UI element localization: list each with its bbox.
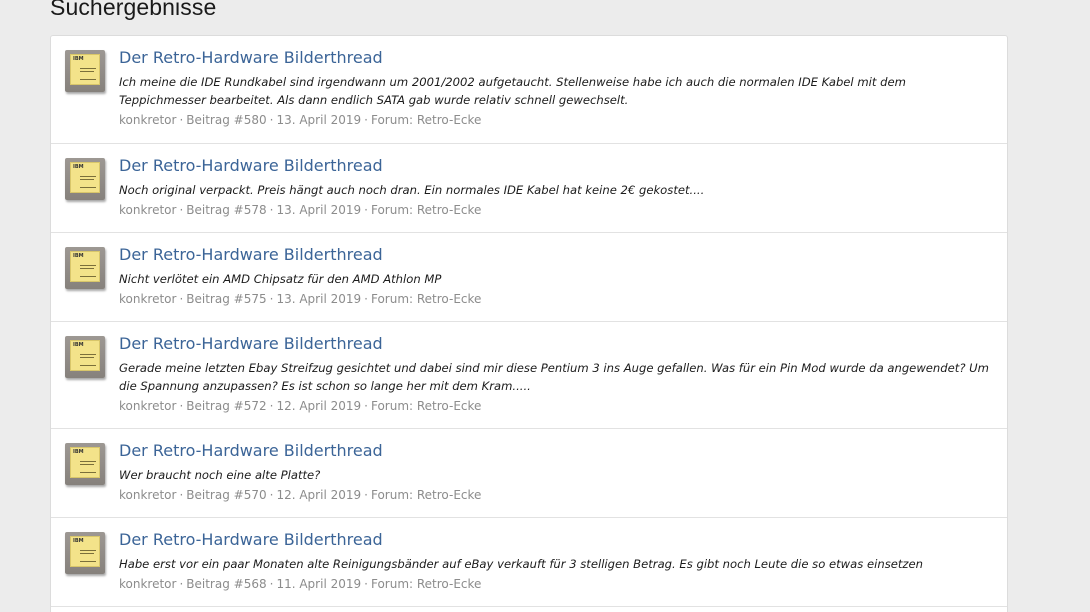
result-meta: konkretor · Beitrag #568 · 11. April 2019 · Fo… — [119, 575, 993, 593]
result-post-number: Beitrag #575 — [186, 292, 267, 306]
result-meta: konkretor · Beitrag #580 · 13. April 2019 · Fo… — [119, 111, 993, 129]
result-snippet: Ich meine die IDE Rundkabel sind irgendw… — [119, 75, 906, 107]
result-meta: konkretor · Beitrag #572 · 12. April 2019 · Fo… — [119, 397, 993, 415]
result-post-number: Beitrag #568 — [186, 577, 267, 591]
result-author-link[interactable]: konkretor — [119, 399, 176, 413]
result-meta: konkretor · Beitrag #578 · 13. April 2019 · Fo… — [119, 201, 993, 219]
result-meta: konkretor · Beitrag #570 · 12. April 2019 · Fo… — [119, 486, 993, 504]
user-avatar[interactable]: IBM — [65, 532, 105, 574]
result-snippet: Nicht verlötet ein AMD Chipsatz für den … — [119, 272, 442, 286]
result-title-link[interactable]: Der Retro-Hardware Bilderthread — [119, 156, 993, 176]
meta-separator: · — [269, 577, 274, 591]
result-date: 13. April 2019 — [276, 292, 362, 306]
result-snippet: Wer braucht noch eine alte Platte? — [119, 468, 321, 482]
search-result-item: IBM Der Retro-Hardware Bilderthread Gera… — [51, 322, 1007, 429]
page-title: Suchergebnisse — [50, 0, 217, 20]
result-forum-link[interactable]: Forum: Retro-Ecke — [371, 203, 481, 217]
result-title-link[interactable]: Der Retro-Hardware Bilderthread — [119, 48, 993, 68]
meta-separator: · — [179, 488, 184, 502]
meta-separator: · — [364, 577, 368, 591]
user-avatar[interactable]: IBM — [65, 50, 105, 92]
meta-separator: · — [269, 292, 274, 306]
meta-separator: · — [179, 399, 184, 413]
meta-separator: · — [179, 113, 184, 127]
result-author-link[interactable]: konkretor — [119, 203, 176, 217]
result-snippet: Noch original verpackt. Preis hängt auch… — [119, 183, 705, 197]
result-forum-link[interactable]: Forum: Retro-Ecke — [371, 292, 481, 306]
search-results-list: IBM Der Retro-Hardware Bilderthread Ich … — [50, 35, 1008, 612]
result-post-number: Beitrag #572 — [186, 399, 267, 413]
result-author-link[interactable]: konkretor — [119, 113, 176, 127]
cpu-chip-icon: IBM — [70, 340, 100, 371]
result-body: Der Retro-Hardware Bilderthread Noch ori… — [119, 144, 993, 219]
result-author-link[interactable]: konkretor — [119, 577, 176, 591]
result-meta: konkretor · Beitrag #575 · 13. April 2019 · Fo… — [119, 290, 993, 308]
result-body: Der Retro-Hardware Bilderthread Ich mein… — [119, 36, 993, 129]
search-result-item: IBM Der Retro-Hardware Bilderthread Nich… — [51, 233, 1007, 322]
result-body: Der Retro-Hardware Bilderthread Nicht ve… — [119, 233, 993, 308]
cpu-chip-icon: IBM — [70, 447, 100, 478]
result-date: 12. April 2019 — [276, 399, 362, 413]
result-title-link[interactable]: Der Retro-Hardware Bilderthread — [119, 530, 993, 550]
user-avatar[interactable]: IBM — [65, 443, 105, 485]
result-forum-link[interactable]: Forum: Retro-Ecke — [371, 577, 481, 591]
meta-separator: · — [364, 113, 368, 127]
meta-separator: · — [179, 203, 184, 217]
avatar-brand-text: IBM — [73, 538, 84, 544]
result-date: 11. April 2019 — [276, 577, 362, 591]
meta-separator: · — [364, 488, 368, 502]
result-body: Der Retro-Hardware Bilderthread Gerade m… — [119, 322, 993, 415]
search-result-item: IBM Der Retro-Hardware Bilderthread Ich … — [51, 36, 1007, 144]
user-avatar[interactable]: IBM — [65, 336, 105, 378]
avatar-brand-text: IBM — [73, 56, 84, 62]
result-author-link[interactable]: konkretor — [119, 488, 176, 502]
result-title-link[interactable]: Der Retro-Hardware Bilderthread — [119, 441, 993, 461]
search-result-item: IBM Der Retro-Hardware Bilderthread Noch… — [51, 144, 1007, 233]
meta-separator: · — [364, 203, 368, 217]
result-forum-link[interactable]: Forum: Retro-Ecke — [371, 399, 481, 413]
result-post-number: Beitrag #578 — [186, 203, 267, 217]
search-result-item: IBM Der Retro-Hardware Bilderthread Wer … — [51, 429, 1007, 518]
avatar-brand-text: IBM — [73, 449, 84, 455]
user-avatar[interactable]: IBM — [65, 158, 105, 200]
result-forum-link[interactable]: Forum: Retro-Ecke — [371, 113, 481, 127]
result-snippet: Gerade meine letzten Ebay Streifzug gesi… — [119, 361, 989, 393]
result-forum-link[interactable]: Forum: Retro-Ecke — [371, 488, 481, 502]
meta-separator: · — [364, 399, 368, 413]
meta-separator: · — [269, 203, 274, 217]
result-snippet: Habe erst vor ein paar Monaten alte Rein… — [119, 557, 923, 571]
result-date: 13. April 2019 — [276, 203, 362, 217]
meta-separator: · — [269, 488, 274, 502]
cpu-chip-icon: IBM — [70, 536, 100, 567]
avatar-brand-text: IBM — [73, 342, 84, 348]
meta-separator: · — [269, 113, 274, 127]
meta-separator: · — [364, 292, 368, 306]
result-title-link[interactable]: Der Retro-Hardware Bilderthread — [119, 245, 993, 265]
result-date: 12. April 2019 — [276, 488, 362, 502]
meta-separator: · — [179, 292, 184, 306]
result-body: Der Retro-Hardware Bilderthread Habe ers… — [119, 518, 993, 593]
result-post-number: Beitrag #570 — [186, 488, 267, 502]
page: Suchergebnisse IBM Der Retro-Hardware Bi… — [0, 0, 1090, 612]
result-author-link[interactable]: konkretor — [119, 292, 176, 306]
cpu-chip-icon: IBM — [70, 251, 100, 282]
cpu-chip-icon: IBM — [70, 54, 100, 85]
result-title-link[interactable]: Der Retro-Hardware Bilderthread — [119, 334, 993, 354]
cpu-chip-icon: IBM — [70, 162, 100, 193]
search-result-item: IBM Der Retro-Hardware Bilderthread Habe… — [51, 518, 1007, 607]
result-body: Der Retro-Hardware Bilderthread Wer brau… — [119, 429, 993, 504]
meta-separator: · — [179, 577, 184, 591]
result-post-number: Beitrag #580 — [186, 113, 267, 127]
result-date: 13. April 2019 — [276, 113, 362, 127]
meta-separator: · — [269, 399, 274, 413]
user-avatar[interactable]: IBM — [65, 247, 105, 289]
avatar-brand-text: IBM — [73, 164, 84, 170]
avatar-brand-text: IBM — [73, 253, 84, 259]
